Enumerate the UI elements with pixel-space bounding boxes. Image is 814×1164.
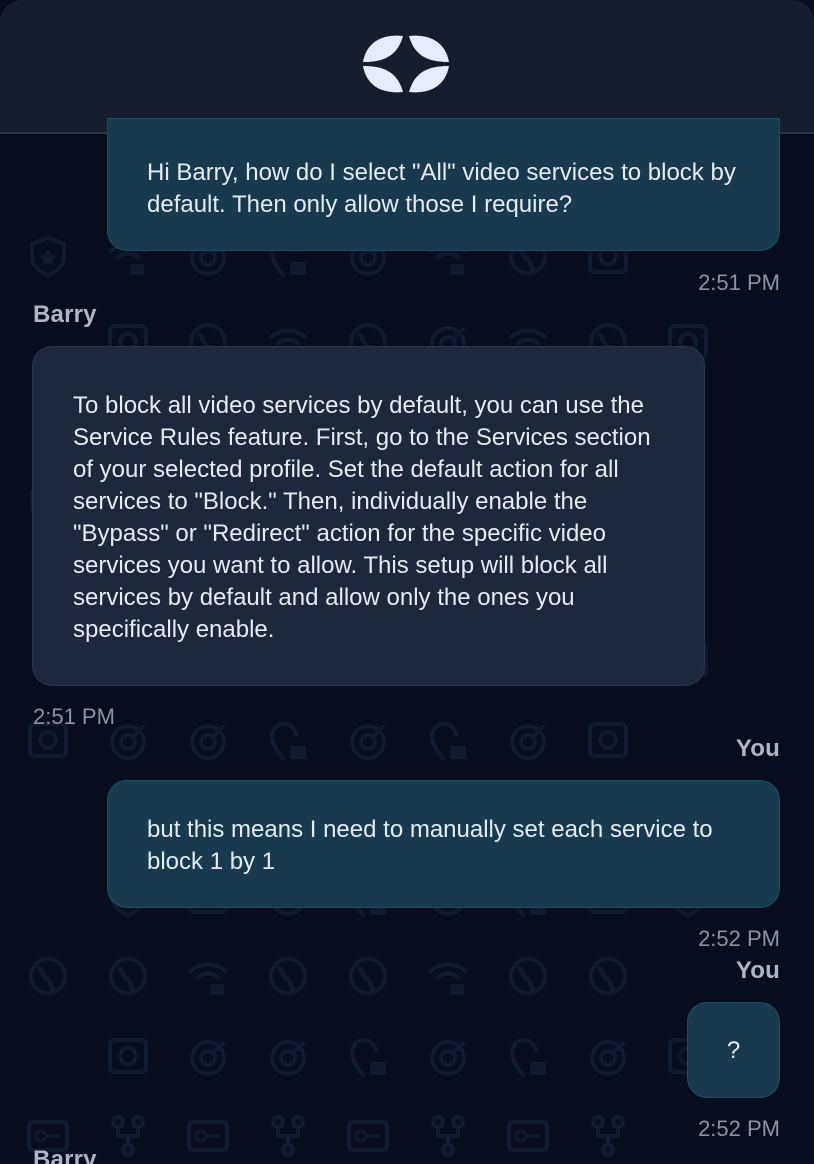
bot-message-bubble: To block all video services by default, … <box>32 346 705 686</box>
target-pattern-icon <box>584 1032 632 1080</box>
key-pattern-icon <box>504 1112 552 1160</box>
target-pattern-icon <box>424 1032 472 1080</box>
target-pattern-icon <box>344 716 392 764</box>
message-timestamp: 2:52 PM <box>698 1116 780 1141</box>
globe-pattern-icon <box>584 952 632 1000</box>
message-text: but this means I need to manually set ea… <box>147 816 713 875</box>
flow-pattern-icon <box>424 1112 472 1160</box>
key-pattern-icon <box>344 1112 392 1160</box>
chat-header <box>0 0 814 134</box>
target-pattern-icon <box>504 716 552 764</box>
wifi-pattern-icon <box>184 952 232 1000</box>
safe-pattern-icon <box>104 1032 152 1080</box>
user-message-bubble: Hi Barry, how do I select "All" video se… <box>107 118 780 251</box>
sender-name: Barry <box>33 301 97 328</box>
wifi-pattern-icon <box>424 952 472 1000</box>
user-message-bubble: but this means I need to manually set ea… <box>107 780 780 908</box>
target-pattern-icon <box>264 1032 312 1080</box>
flow-pattern-icon <box>584 1112 632 1160</box>
globe-pattern-icon <box>504 952 552 1000</box>
target-pattern-icon <box>184 716 232 764</box>
message-text: To block all video services by default, … <box>73 392 651 643</box>
user-message-bubble: ? <box>687 1002 780 1098</box>
four-petal-logo-icon <box>361 30 451 98</box>
globe-pattern-icon <box>264 952 312 1000</box>
message-timestamp: 2:52 PM <box>698 926 780 951</box>
flow-pattern-icon <box>104 1112 152 1160</box>
message-text: ? <box>726 1037 741 1064</box>
chat-window: Hi Barry, how do I select "All" video se… <box>0 0 814 1164</box>
globe-pattern-icon <box>104 952 152 1000</box>
target-pattern-icon <box>184 1032 232 1080</box>
sender-name: You <box>735 957 780 984</box>
pin-pattern-icon <box>344 1032 392 1080</box>
flow-pattern-icon <box>264 1112 312 1160</box>
sender-name: You <box>735 735 780 762</box>
message-timestamp: 2:51 PM <box>33 704 115 729</box>
key-pattern-icon <box>184 1112 232 1160</box>
sender-name: Barry <box>33 1146 97 1164</box>
pin-pattern-icon <box>504 1032 552 1080</box>
pin-pattern-icon <box>264 716 312 764</box>
globe-pattern-icon <box>344 952 392 1000</box>
shield-pattern-icon <box>24 232 72 280</box>
globe-pattern-icon <box>24 952 72 1000</box>
safe-pattern-icon <box>584 716 632 764</box>
message-text: Hi Barry, how do I select "All" video se… <box>147 159 736 218</box>
message-timestamp: 2:51 PM <box>698 270 780 295</box>
pin-pattern-icon <box>424 716 472 764</box>
